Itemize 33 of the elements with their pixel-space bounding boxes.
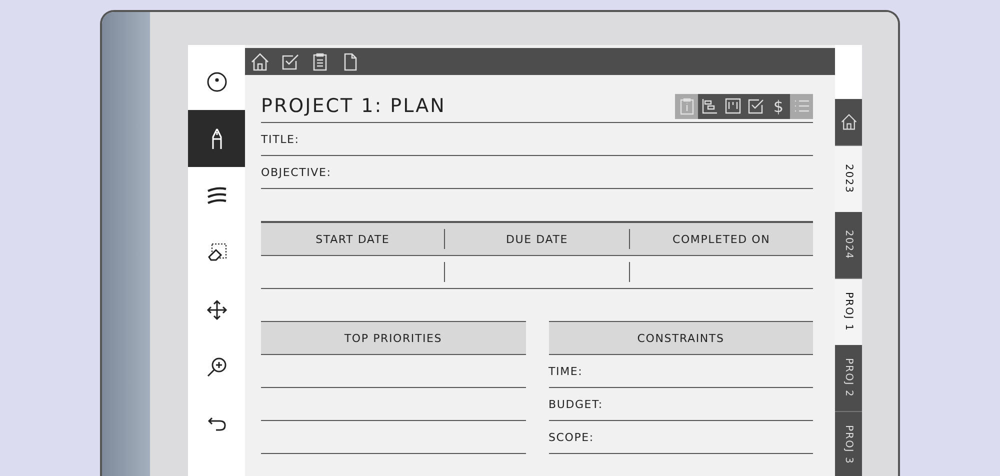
side-tab[interactable] — [835, 99, 862, 146]
move-icon — [206, 298, 228, 320]
side-tab[interactable]: PROJ 1 — [835, 279, 862, 345]
view-button[interactable]: $ — [767, 94, 790, 118]
view-button[interactable] — [698, 94, 721, 118]
view-button[interactable] — [744, 94, 767, 118]
column-header: DUE DATE — [445, 229, 630, 249]
eraser-icon — [206, 242, 228, 264]
side-tab[interactable]: 2023 — [835, 146, 862, 212]
field-label: SCOPE: — [548, 430, 594, 444]
checkbox-icon — [746, 97, 764, 115]
column-header: START DATE — [261, 229, 446, 249]
view-button[interactable] — [721, 94, 744, 118]
zoom-icon — [206, 356, 228, 378]
section-header: TOP PRIORITIES — [261, 321, 526, 355]
side-tab[interactable]: PROJ 3 — [835, 412, 862, 476]
field-label: BUDGET: — [548, 398, 603, 410]
timeline-icon — [700, 97, 718, 115]
home-icon — [840, 113, 858, 131]
board-icon — [724, 97, 742, 115]
side-tab[interactable]: PROJ 2 — [835, 345, 862, 412]
section-header: CONSTRAINTS — [548, 321, 813, 355]
pointer-icon — [206, 70, 228, 92]
page-title: PROJECT 1: PLAN — [261, 95, 446, 117]
field-label: TIME: — [548, 364, 583, 378]
brush-stroke-icon — [204, 184, 228, 206]
column-header: COMPLETED ON — [671, 232, 772, 248]
side-tab[interactable]: 2024 — [835, 212, 862, 279]
home-icon[interactable] — [250, 52, 270, 72]
field-label: TITLE: — [261, 132, 300, 146]
info-icon — [678, 97, 696, 115]
checkbox-icon[interactable] — [280, 52, 300, 72]
field-label: OBJECTIVE: — [261, 166, 332, 178]
